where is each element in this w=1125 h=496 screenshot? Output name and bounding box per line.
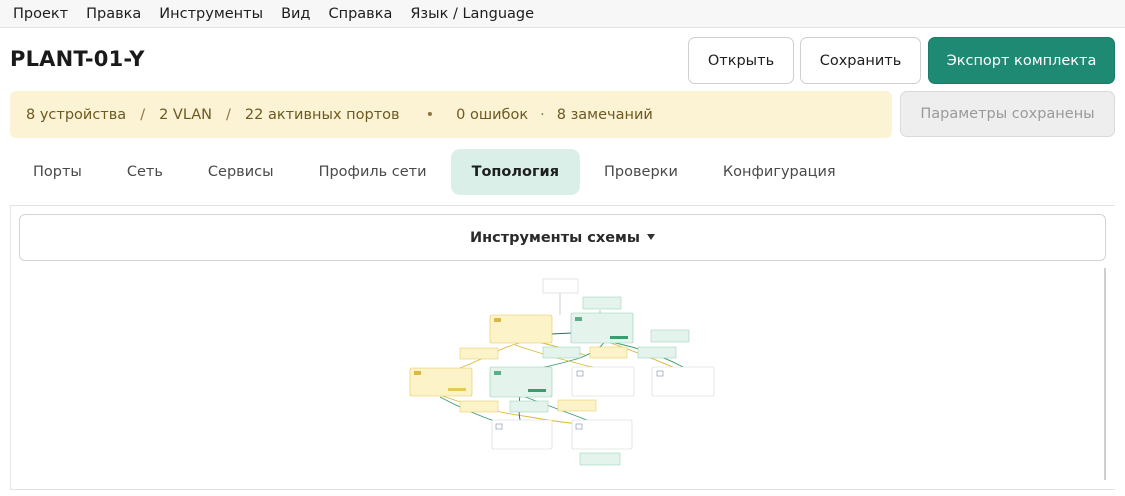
device-node[interactable] [570, 312, 634, 344]
status-middot: · [540, 106, 545, 123]
status-bullet: • [425, 106, 435, 123]
export-kit-button[interactable]: Экспорт комплекта [928, 37, 1115, 84]
chevron-down-icon [647, 233, 655, 240]
device-node[interactable] [571, 366, 635, 397]
status-devices: 8 устройства [26, 106, 127, 123]
tab-bar: Порты Сеть Сервисы Профиль сети Топологи… [12, 148, 860, 195]
tab-services[interactable]: Сервисы [187, 149, 295, 195]
diagram-tools-label: Инструменты схемы [470, 229, 640, 246]
device-node[interactable] [651, 366, 715, 397]
diagram-legend-note [542, 278, 579, 294]
status-separator: / [226, 106, 231, 123]
status-warnings: 8 замечаний [556, 106, 653, 123]
status-ports: 22 активных портов [244, 106, 400, 123]
canvas-scrollbar[interactable] [1104, 268, 1106, 480]
menu-help[interactable]: Справка [319, 0, 401, 28]
device-node[interactable] [409, 367, 473, 397]
settings-saved-button: Параметры сохранены [900, 91, 1115, 137]
save-button[interactable]: Сохранить [800, 37, 921, 84]
device-node[interactable] [491, 419, 553, 450]
tab-topology[interactable]: Топология [450, 148, 581, 195]
menu-project[interactable]: Проект [4, 0, 77, 28]
status-summary: 8 устройства / 2 VLAN / 22 активных порт… [10, 91, 892, 138]
tab-configuration[interactable]: Конфигурация [702, 149, 857, 195]
device-node[interactable] [571, 419, 633, 450]
menu-tools[interactable]: Инструменты [150, 0, 272, 28]
menu-language[interactable]: Язык / Language [401, 0, 543, 28]
device-node[interactable] [489, 314, 553, 344]
menu-edit[interactable]: Правка [77, 0, 150, 28]
tab-network-profile[interactable]: Профиль сети [298, 149, 448, 195]
topology-diagram[interactable] [400, 275, 730, 470]
tab-checks[interactable]: Проверки [583, 149, 699, 195]
tab-network[interactable]: Сеть [106, 149, 184, 195]
menu-view[interactable]: Вид [272, 0, 319, 28]
open-button[interactable]: Открыть [688, 37, 794, 84]
diagram-tools-dropdown[interactable]: Инструменты схемы [19, 214, 1106, 261]
menu-bar: Проект Правка Инструменты Вид Справка Яз… [0, 0, 1125, 28]
tab-ports[interactable]: Порты [12, 149, 103, 195]
page-title: PLANT-01-Y [10, 47, 145, 71]
status-errors: 0 ошибок [456, 106, 529, 123]
status-separator: / [140, 106, 146, 123]
status-vlan: 2 VLAN [159, 106, 213, 123]
device-node[interactable] [489, 366, 553, 398]
